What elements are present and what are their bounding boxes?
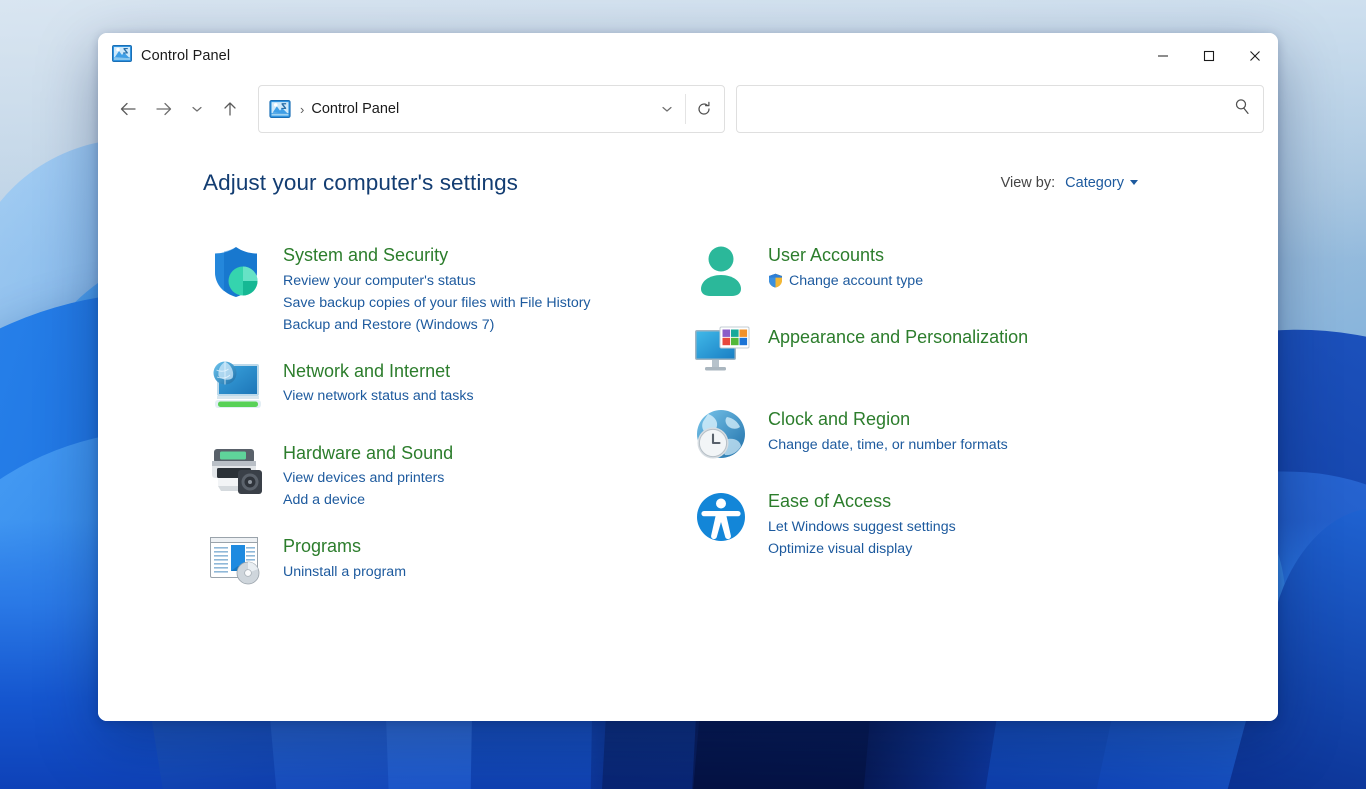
window-controls [1140,33,1278,78]
address-dropdown-button[interactable] [649,87,685,131]
category-task-link[interactable]: Review your computer's status [283,270,591,292]
address-bar[interactable]: › Control Panel [258,85,725,133]
category-clock-and-region: Clock and Region Change date, time, or nu… [688,406,1238,466]
category-appearance-and-personalization: Appearance and Personalization [688,324,1238,384]
category-task-link-label: Add a device [283,492,366,508]
category-task-link-label: View network status and tasks [283,388,474,404]
category-task-link-label: Uninstall a program [283,563,407,580]
category-task-link[interactable]: View network status and tasks [283,385,474,407]
category-ease-of-access: Ease of Access Let Windows suggest settin… [688,488,1238,560]
appearance-personalization-icon[interactable] [688,324,754,384]
page-title: Adjust your computer's settings [203,170,519,195]
category-body: Clock and Region Change date, time, or nu… [768,406,1008,456]
forward-button[interactable] [146,92,182,126]
user-accounts-icon[interactable] [688,242,754,302]
category-body: Network and Internet View network status … [283,358,474,408]
search-input[interactable] [749,101,1234,117]
category-title-link[interactable]: Clock and Region [768,408,910,431]
category-task-link-label: Let Windows suggest settings [768,518,956,535]
title-bar-left: Control Panel [98,44,231,67]
refresh-button[interactable] [686,87,722,131]
address-control-panel-icon [269,100,291,118]
window-title: Control Panel [141,47,231,64]
category-title-link[interactable]: Hardware and Sound [283,442,453,465]
category-title-link[interactable]: System and Security [283,244,448,267]
window-title-bar: Control Panel [98,33,1278,78]
breadcrumb-path[interactable]: Control Panel [311,101,649,117]
category-network-and-internet: Network and Internet View network status … [203,358,688,418]
view-by-value[interactable]: Category [1065,175,1138,191]
category-column-right: User Accounts Change account type Appear… [688,242,1238,615]
category-body: System and Security Review your computer'… [283,242,591,336]
clock-region-icon[interactable] [688,406,754,466]
minimize-button[interactable] [1140,33,1186,78]
search-icon[interactable] [1234,98,1251,120]
category-body: Appearance and Personalization [768,324,1028,352]
category-task-link-label: Change date, time, or number formats [768,436,1008,453]
category-title-link[interactable]: Network and Internet [283,360,450,383]
category-hardware-and-sound: Hardware and Sound View devices and print… [203,440,688,512]
chevron-down-icon [1130,179,1138,185]
category-task-link-label: View devices and printers [283,470,445,486]
category-task-link[interactable]: Save backup copies of your files with Fi… [283,292,591,314]
up-button[interactable] [212,92,248,126]
close-button[interactable] [1232,33,1278,78]
maximize-button[interactable] [1186,33,1232,78]
category-task-link-label: Save backup copies of your files with Fi… [283,294,591,311]
view-by-label: View by: [1000,175,1056,191]
ease-of-access-icon[interactable] [688,488,754,548]
category-title-link[interactable]: Appearance and Personalization [768,326,1028,349]
recent-locations-button[interactable] [182,92,212,126]
title-bar-drag-area[interactable] [230,33,1140,78]
category-task-link[interactable]: Backup and Restore (Windows 7) [283,314,591,336]
back-button[interactable] [110,92,146,126]
search-bar[interactable] [736,85,1264,133]
category-task-link[interactable]: Add a device [283,489,453,511]
category-task-link[interactable]: Change account type [768,270,923,292]
category-task-link-label: Change account type [789,272,924,289]
category-body: Hardware and Sound View devices and print… [283,440,453,512]
content-header: Adjust your computer's settings View by:… [203,170,1238,196]
content-area: Adjust your computer's settings View by:… [98,140,1278,721]
category-column-left: System and Security Review your computer'… [203,242,688,615]
category-task-link-label: Backup and Restore (Windows 7) [283,316,495,333]
category-title-link[interactable]: User Accounts [768,244,884,267]
category-task-link[interactable]: Uninstall a program [283,561,406,583]
category-system-and-security: System and Security Review your computer'… [203,242,688,336]
category-grid: System and Security Review your computer'… [203,242,1238,615]
category-task-link[interactable]: Let Windows suggest settings [768,516,956,538]
category-title-link[interactable]: Programs [283,535,361,558]
category-task-link-label: Optimize visual display [768,540,913,557]
control-panel-window: Control Panel › Control Panel Adjust you… [98,33,1278,721]
category-body: Ease of Access Let Windows suggest settin… [768,488,956,560]
view-by-value-text: Category [1065,175,1124,191]
uac-shield-icon [768,273,783,288]
category-task-link[interactable]: Change date, time, or number formats [768,434,1008,456]
category-title-link[interactable]: Ease of Access [768,490,891,513]
category-task-link[interactable]: Optimize visual display [768,538,956,560]
system-security-shield-icon[interactable] [203,242,269,302]
category-task-link[interactable]: View devices and printers [283,467,453,489]
view-by-control: View by: Category [1001,170,1238,191]
navigation-bar: › Control Panel [98,78,1278,140]
desktop-wallpaper: Control Panel › Control Panel Adjust you… [0,0,1366,789]
category-user-accounts: User Accounts Change account type [688,242,1238,302]
category-body: Programs Uninstall a program [283,533,406,583]
category-programs: Programs Uninstall a program [203,533,688,593]
breadcrumb-separator: › [300,101,305,117]
hardware-sound-icon[interactable] [203,440,269,500]
control-panel-icon [112,44,132,67]
category-task-link-label: Review your computer's status [283,272,476,289]
programs-icon[interactable] [203,533,269,593]
category-body: User Accounts Change account type [768,242,923,292]
network-internet-icon[interactable] [203,358,269,418]
